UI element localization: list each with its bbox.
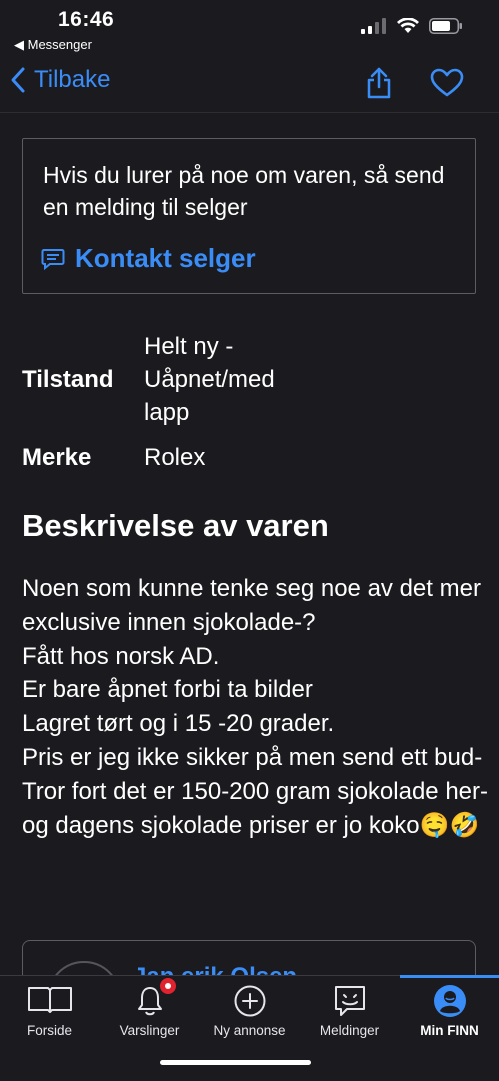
tab-label: Meldinger	[319, 1023, 380, 1038]
chevron-left-icon	[11, 67, 25, 93]
status-icons	[361, 18, 463, 34]
plus-circle-icon	[234, 985, 265, 1017]
share-button[interactable]	[364, 66, 394, 105]
spec-row-condition: Tilstand Helt ny - Uåpnet/med lapp	[22, 330, 476, 429]
tab-label: Ny annonse	[213, 1023, 286, 1038]
signal-icon	[361, 18, 386, 34]
wifi-icon	[397, 18, 419, 33]
favorite-button[interactable]	[430, 68, 464, 103]
contact-prompt: Hvis du lurer på noe om varen, så send e…	[43, 162, 445, 220]
tab-forside[interactable]: Forside	[0, 976, 99, 1046]
contact-seller-box: Hvis du lurer på noe om varen, så send e…	[22, 138, 476, 294]
back-label: Tilbake	[34, 66, 111, 93]
heart-icon	[430, 68, 464, 97]
status-time: 16:46	[58, 8, 115, 31]
spec-value: Rolex	[144, 444, 206, 471]
description-title: Beskrivelse av varen	[22, 508, 329, 543]
spec-label: Merke	[22, 443, 92, 471]
tab-ny-annonse[interactable]: Ny annonse	[200, 976, 299, 1046]
back-to-messenger[interactable]: ◀ Messenger	[14, 37, 92, 53]
tab-label: Varslinger	[119, 1023, 180, 1038]
chat-smile-icon	[334, 986, 365, 1016]
tab-varslinger[interactable]: Varslinger	[100, 976, 199, 1046]
back-button[interactable]: Tilbake	[10, 66, 110, 94]
navigation-bar: Tilbake	[0, 56, 499, 112]
description-body: Noen som kunne tenke seg noe av det mer …	[22, 575, 488, 839]
tab-label: Min FINN	[420, 1023, 479, 1038]
notification-badge	[158, 976, 178, 996]
battery-icon	[429, 18, 462, 34]
profile-icon	[433, 985, 466, 1017]
header-divider	[0, 112, 499, 113]
spec-label: Tilstand	[22, 365, 114, 393]
bottom-tab-bar: Forside Varslinger Ny annonse Meldinger …	[0, 975, 499, 1081]
map-book-icon	[27, 987, 72, 1013]
share-icon	[367, 67, 391, 99]
tab-label: Forside	[26, 1023, 72, 1038]
message-icon	[41, 248, 65, 270]
contact-seller-link[interactable]: Kontakt selger	[41, 243, 256, 274]
tab-meldinger[interactable]: Meldinger	[300, 976, 399, 1046]
item-specs: Tilstand Helt ny - Uåpnet/med lapp Merke…	[22, 330, 476, 474]
tab-min-finn[interactable]: Min FINN	[400, 976, 499, 1046]
home-indicator	[160, 1060, 311, 1065]
spec-value: Helt ny - Uåpnet/med lapp	[144, 333, 275, 426]
spec-row-brand: Merke Rolex	[22, 441, 476, 474]
status-bar: 16:46 ◀ Messenger	[0, 0, 499, 56]
contact-seller-label: Kontakt selger	[75, 243, 256, 273]
